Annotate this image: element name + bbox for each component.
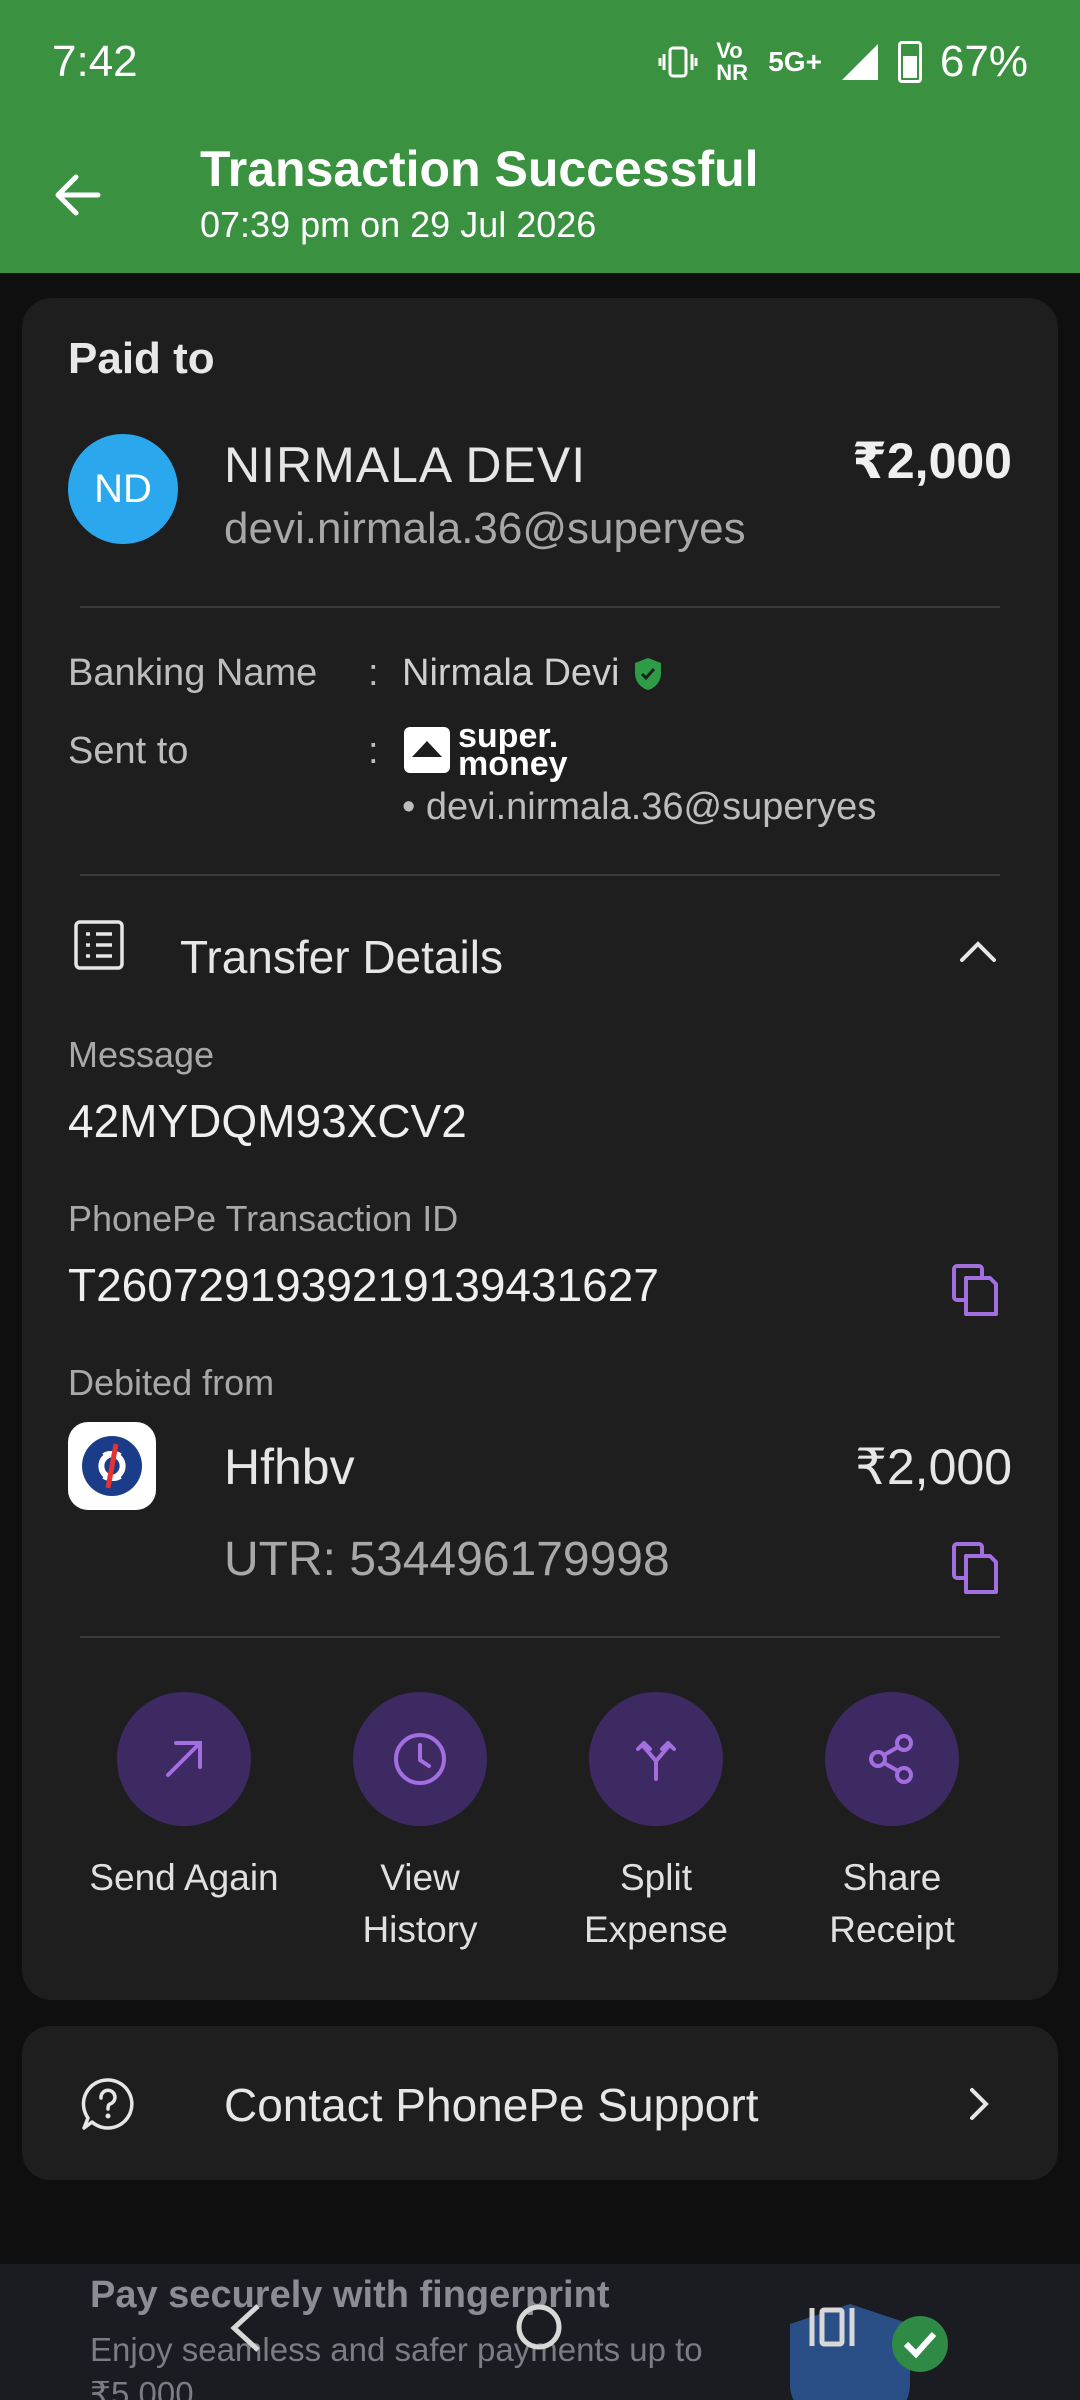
vibrate-icon — [658, 46, 698, 78]
action-label-line1: Split — [620, 1857, 692, 1898]
share-icon — [869, 1734, 913, 1784]
message-label: Message — [68, 1034, 215, 1075]
banner-subtitle: Enjoy seamless and safer payments up to … — [90, 2331, 703, 2400]
signal-icon — [841, 44, 878, 80]
transaction-id-value: T2607291939219139431627 — [68, 1259, 659, 1311]
payee-vpa: devi.nirmala.36@superyes — [224, 504, 746, 553]
action-label: Split Expense — [546, 1852, 766, 1956]
action-label: Send Again — [74, 1852, 294, 1904]
action-label-line1: View — [380, 1857, 460, 1898]
support-label: Contact PhonePe Support — [224, 2079, 759, 2131]
view-history-button[interactable]: View History — [310, 1692, 530, 1956]
split-icon — [636, 1741, 676, 1781]
send-again-button[interactable]: Send Again — [74, 1692, 294, 1904]
chevron-right-icon — [970, 2088, 989, 2120]
sent-to-vpa: • devi.nirmala.36@superyes — [402, 786, 877, 828]
verified-shield-icon — [635, 657, 662, 690]
action-label-line1: Send Again — [89, 1857, 279, 1898]
nav-back-icon[interactable] — [226, 2302, 266, 2354]
copy-icon[interactable] — [950, 1262, 1000, 1318]
supermoney-logo: super. money — [404, 719, 568, 783]
share-receipt-button[interactable]: Share Receipt — [782, 1692, 1002, 1956]
status-icons: Vo NR 5G+ 67% — [658, 37, 1028, 87]
action-label: View History — [310, 1852, 530, 1956]
nav-recents-icon[interactable] — [806, 2302, 858, 2352]
divider — [80, 1636, 1000, 1638]
message-value: 42MYDQM93XCV2 — [68, 1095, 467, 1147]
copy-icon[interactable] — [950, 1540, 1000, 1596]
action-circle[interactable] — [589, 1692, 723, 1826]
action-label-line1: Share — [842, 1857, 942, 1898]
battery-percent: 67% — [939, 37, 1028, 86]
receipt-list-icon — [74, 920, 124, 970]
wordmark-line2: money — [458, 745, 568, 783]
payee-name: NIRMALA DEVI — [224, 437, 587, 493]
volte-label: Vo NR — [716, 38, 748, 85]
clock-icon — [394, 1733, 446, 1785]
sent-to-label: Sent to — [68, 730, 189, 772]
back-arrow-icon[interactable] — [48, 165, 108, 225]
bank-account-name: Hfhbv — [224, 1439, 355, 1495]
debited-from-label: Debited from — [68, 1362, 275, 1403]
page-title: Transaction Successful — [200, 141, 759, 197]
utr-number: UTR: 534496179998 — [224, 1533, 670, 1586]
split-expense-button[interactable]: Split Expense — [546, 1692, 766, 1956]
action-circle[interactable] — [353, 1692, 487, 1826]
action-label-line2: History — [362, 1909, 478, 1950]
transaction-id-label: PhonePe Transaction ID — [68, 1198, 459, 1239]
action-circle[interactable] — [825, 1692, 959, 1826]
banking-name-label: Banking Name — [68, 652, 318, 694]
action-label-line2: Receipt — [829, 1909, 955, 1950]
colon: : — [368, 652, 379, 694]
app-header: 7:42 Vo NR 5G+ 67% Transaction Successfu… — [0, 0, 1080, 273]
paid-to-heading: Paid to — [68, 334, 215, 383]
arrow-up-right-icon — [166, 1741, 202, 1777]
status-time: 7:42 — [52, 37, 138, 86]
action-label-line2: Expense — [584, 1909, 728, 1950]
payee-amount: ₹2,000 — [852, 433, 1012, 489]
debited-amount: ₹2,000 — [855, 1439, 1012, 1495]
transfer-details-title[interactable]: Transfer Details — [180, 930, 503, 984]
nav-home-icon[interactable] — [514, 2302, 564, 2352]
banking-name: Nirmala Devi — [402, 652, 620, 694]
action-circle[interactable] — [117, 1692, 251, 1826]
chevron-up-icon[interactable] — [956, 930, 1000, 974]
network-label: 5G+ — [768, 46, 822, 77]
supermoney-wordmark: super. money — [458, 719, 568, 783]
transaction-datetime: 07:39 pm on 29 Jul 2026 — [200, 204, 597, 245]
supermoney-mark-icon — [404, 727, 450, 773]
payee-avatar: ND — [68, 434, 178, 544]
help-chat-icon — [81, 2078, 134, 2130]
status-bar: 7:42 Vo NR 5G+ 67% — [0, 0, 1080, 124]
divider — [80, 606, 1000, 608]
action-label: Share Receipt — [782, 1852, 1002, 1956]
battery-icon — [897, 41, 922, 83]
divider — [80, 874, 1000, 876]
colon: : — [368, 730, 379, 772]
banking-name-value: Nirmala Devi — [402, 652, 663, 695]
bank-logo-icon — [68, 1422, 156, 1510]
contact-support-button[interactable]: Contact PhonePe Support — [22, 2026, 1058, 2180]
transaction-card: Paid to ND NIRMALA DEVI devi.nirmala.36@… — [22, 298, 1058, 2000]
